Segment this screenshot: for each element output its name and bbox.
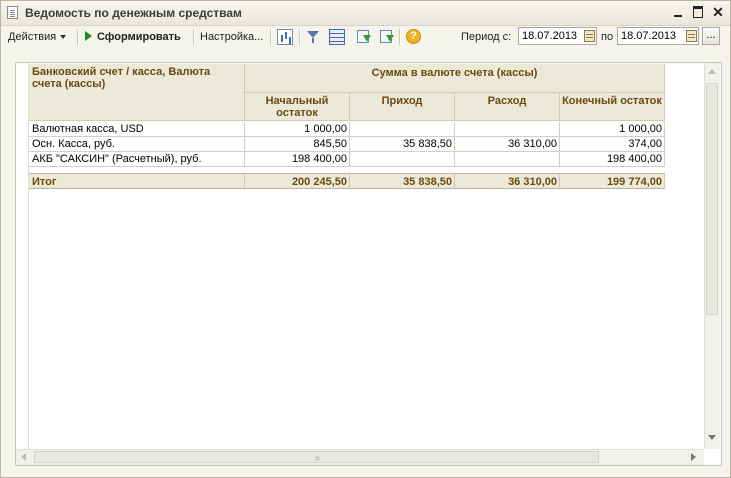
table-cell-account: Осн. Касса, руб. <box>29 137 245 152</box>
grip-icon <box>315 456 320 461</box>
table-cell-income <box>350 122 455 137</box>
table-cell-income <box>350 152 455 167</box>
scroll-right-icon[interactable] <box>691 453 696 461</box>
dropdown-arrow-icon <box>60 35 67 40</box>
filter-icon[interactable] <box>306 29 322 45</box>
report-spreadsheet[interactable]: Банковский счет / касса, Валюта счета (к… <box>15 62 722 466</box>
close-button[interactable]: ✕ <box>710 4 726 20</box>
play-icon <box>85 31 92 41</box>
maximize-button[interactable] <box>690 4 706 20</box>
report-chart-icon[interactable] <box>277 29 293 45</box>
scroll-left-icon[interactable] <box>21 453 26 461</box>
actions-label: Действия <box>8 31 57 43</box>
table-cell-closing: 374,00 <box>560 137 665 152</box>
period-to-field[interactable]: 18.07.2013 <box>617 27 699 45</box>
header-opening: Начальный остаток <box>245 93 350 121</box>
table-settings-icon[interactable] <box>329 29 345 45</box>
calendar-icon[interactable] <box>584 30 595 42</box>
save-settings-icon[interactable] <box>379 29 395 45</box>
vertical-scroll-thumb[interactable] <box>706 83 718 315</box>
header-expense: Расход <box>455 93 560 121</box>
horizontal-scrollbar[interactable] <box>16 449 704 465</box>
period-from-label: Период с: <box>461 31 512 43</box>
scroll-down-icon[interactable] <box>708 435 716 440</box>
header-income: Приход <box>350 93 455 121</box>
table-cell-account: АКБ "САКСИН" (Расчетный), руб. <box>29 152 245 167</box>
load-settings-icon[interactable] <box>356 29 372 45</box>
period-to-label: по <box>601 31 614 43</box>
total-income: 35 838,50 <box>350 173 455 189</box>
document-icon <box>7 6 18 19</box>
header-amount-group: Сумма в валюте счета (кассы) <box>245 64 665 93</box>
toolbar: Действия Сформировать Настройка... ? Пер… <box>1 26 730 48</box>
period-from-field[interactable]: 18.07.2013 <box>518 27 597 45</box>
toolbar-separator <box>270 29 272 45</box>
actions-menu-button[interactable]: Действия <box>8 29 67 45</box>
header-closing: Конечный остаток <box>560 93 665 121</box>
toolbar-separator <box>399 29 401 45</box>
help-icon[interactable]: ? <box>406 29 421 44</box>
table-cell-opening: 845,50 <box>245 137 350 152</box>
table-cell-closing: 1 000,00 <box>560 122 665 137</box>
toolbar-separator <box>193 29 195 45</box>
generate-button[interactable]: Сформировать <box>85 29 181 45</box>
total-opening: 200 245,50 <box>245 173 350 189</box>
total-closing: 199 774,00 <box>560 173 665 189</box>
toolbar-separator <box>299 29 301 45</box>
table-cell-expense <box>455 122 560 137</box>
generate-label: Сформировать <box>97 31 181 43</box>
horizontal-scroll-thumb[interactable] <box>34 451 599 463</box>
table-cell-opening: 198 400,00 <box>245 152 350 167</box>
table-cell-closing: 198 400,00 <box>560 152 665 167</box>
header-account: Банковский счет / касса, Валюта счета (к… <box>29 64 245 121</box>
table-cell-expense: 36 310,00 <box>455 137 560 152</box>
period-select-button[interactable]: ... <box>702 27 720 45</box>
period-to-value: 18.07.2013 <box>621 30 677 42</box>
minimize-button[interactable] <box>670 4 686 20</box>
row-gutter <box>16 63 29 449</box>
table-cell-opening: 1 000,00 <box>245 122 350 137</box>
title-bar: Ведомость по денежным средствам ✕ <box>1 1 730 26</box>
table-cell-income: 35 838,50 <box>350 137 455 152</box>
vertical-scrollbar[interactable] <box>704 63 720 449</box>
table-cell-expense <box>455 152 560 167</box>
window-title: Ведомость по денежным средствам <box>25 6 242 20</box>
total-expense: 36 310,00 <box>455 173 560 189</box>
table-cell-account: Валютная касса, USD <box>29 122 245 137</box>
toolbar-separator <box>77 29 79 45</box>
period-from-value: 18.07.2013 <box>522 30 578 42</box>
scroll-up-icon[interactable] <box>708 69 716 74</box>
total-label: Итог <box>29 173 245 189</box>
report-window: Ведомость по денежным средствам ✕ Действ… <box>0 0 731 478</box>
settings-button[interactable]: Настройка... <box>200 29 263 45</box>
calendar-icon[interactable] <box>686 30 697 42</box>
